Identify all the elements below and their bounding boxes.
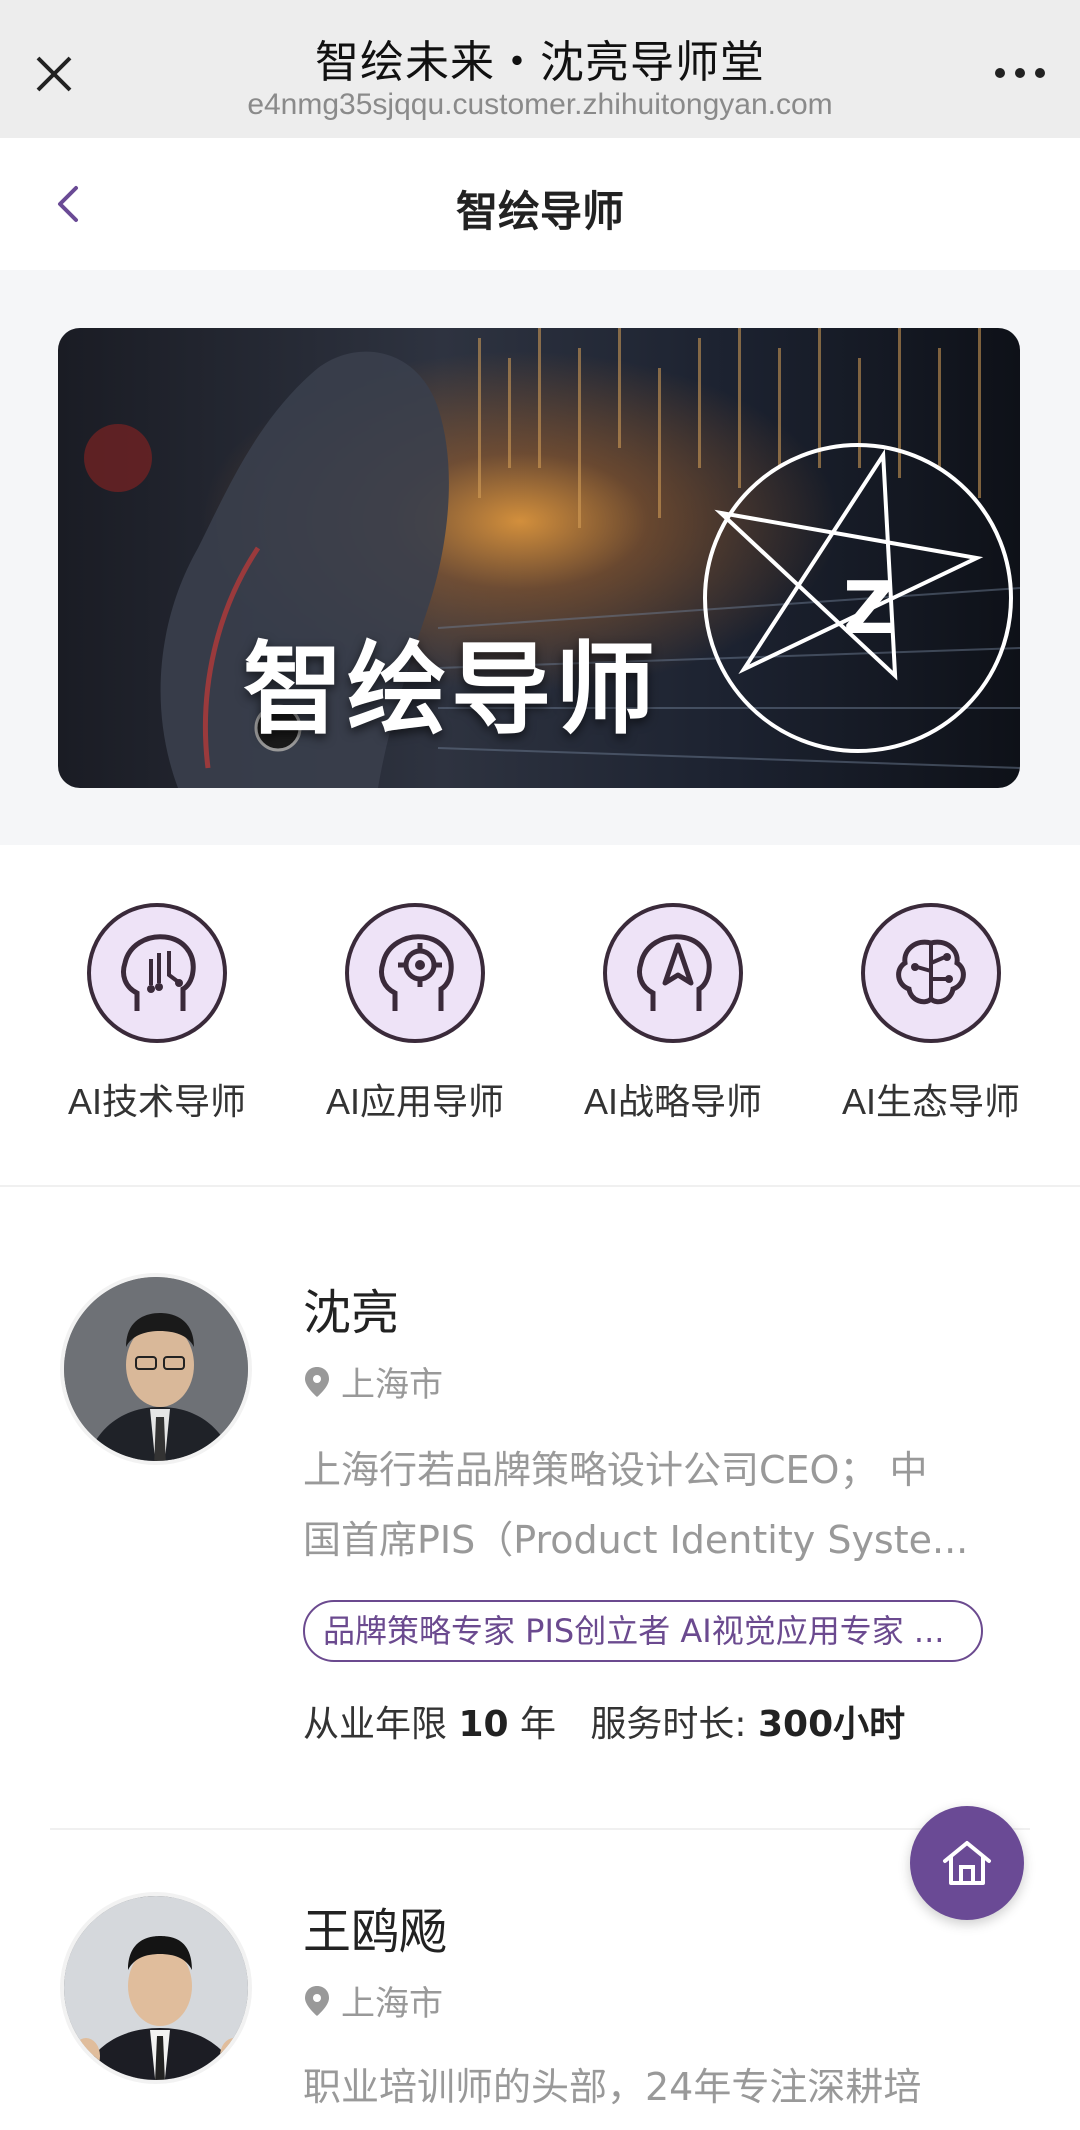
- banner-logo-letter: Z: [843, 566, 895, 650]
- mentor-card[interactable]: 沈亮 上海市 上海行若品牌策略设计公司CEO； 中 国首席PIS（Product…: [0, 1185, 1080, 1835]
- mentor-tags: 品牌策略专家 PIS创立者 AI视觉应用专家 ...: [303, 1600, 983, 1662]
- category-ai-strategy[interactable]: AI战略导师: [558, 903, 788, 1125]
- mentor-location-text: 上海市: [341, 1365, 443, 1405]
- banner-title: 智绘导师: [243, 631, 659, 748]
- browser-url: e4nmg35sjqqu.customer.zhihuitongyan.com: [247, 88, 833, 121]
- close-icon[interactable]: [30, 50, 78, 98]
- mentor-description-line: 国首席PIS（Product Identity Syste...: [303, 1518, 969, 1562]
- circuit-head-icon: [121, 934, 196, 1011]
- hours-value: 300小时: [757, 1704, 906, 1745]
- years-value: 10: [458, 1704, 509, 1745]
- page-title: 智绘导师: [455, 187, 624, 236]
- category-ai-tech[interactable]: AI技术导师: [42, 903, 272, 1125]
- category-label: AI技术导师: [67, 1081, 246, 1122]
- mentor-name: 王鸥飏: [303, 1904, 448, 1960]
- mentor-description: 职业培训师的头部，24年专注深耕培: [303, 2052, 1003, 2122]
- location-pin-icon: [305, 1985, 329, 2016]
- browser-title: 智绘未来・沈亮导师堂: [315, 37, 765, 88]
- category-label: AI应用导师: [325, 1081, 504, 1122]
- category-grid: AI技术导师 AI应用导师 AI战略导师 AI生态导师: [0, 845, 1080, 1187]
- hours-label: 服务时长:: [590, 1704, 747, 1745]
- mentor-name: 沈亮: [303, 1285, 400, 1341]
- avatar: [60, 1892, 252, 2084]
- home-icon: [943, 1841, 991, 1885]
- mentor-description-line: 职业培训师的头部，24年专注深耕培: [303, 2065, 922, 2109]
- mentor-location-text: 上海市: [341, 1984, 443, 2024]
- category-ai-ecosystem[interactable]: AI生态导师: [816, 903, 1046, 1125]
- banner-section: Z 智绘导师: [0, 270, 1080, 845]
- years-label: 从业年限: [303, 1704, 448, 1745]
- mentor-location: 上海市: [303, 1357, 443, 1406]
- category-ai-application[interactable]: AI应用导师: [300, 903, 530, 1125]
- location-pin-icon: [305, 1366, 329, 1397]
- mentor-description: 上海行若品牌策略设计公司CEO； 中 国首席PIS（Product Identi…: [303, 1435, 1003, 1575]
- category-label: AI战略导师: [583, 1081, 762, 1122]
- home-button[interactable]: [910, 1806, 1024, 1920]
- more-icon[interactable]: [990, 58, 1050, 88]
- mentor-stats: 从业年限 10 年 服务时长: 300小时: [303, 1695, 905, 1747]
- page-header: 智绘导师: [0, 138, 1080, 271]
- compass-head-icon: [637, 934, 712, 1011]
- avatar: [60, 1273, 252, 1465]
- banner-image[interactable]: Z 智绘导师: [58, 328, 1020, 788]
- years-unit: 年: [520, 1704, 557, 1745]
- gear-head-icon: [379, 934, 454, 1011]
- mentor-description-line: 上海行若品牌策略设计公司CEO； 中: [303, 1448, 928, 1492]
- browser-bar: 智绘未来・沈亮导师堂 e4nmg35sjqqu.customer.zhihuit…: [0, 0, 1080, 138]
- brain-network-icon: [896, 939, 966, 1005]
- mentor-location: 上海市: [303, 1976, 443, 2025]
- category-label: AI生态导师: [841, 1081, 1020, 1122]
